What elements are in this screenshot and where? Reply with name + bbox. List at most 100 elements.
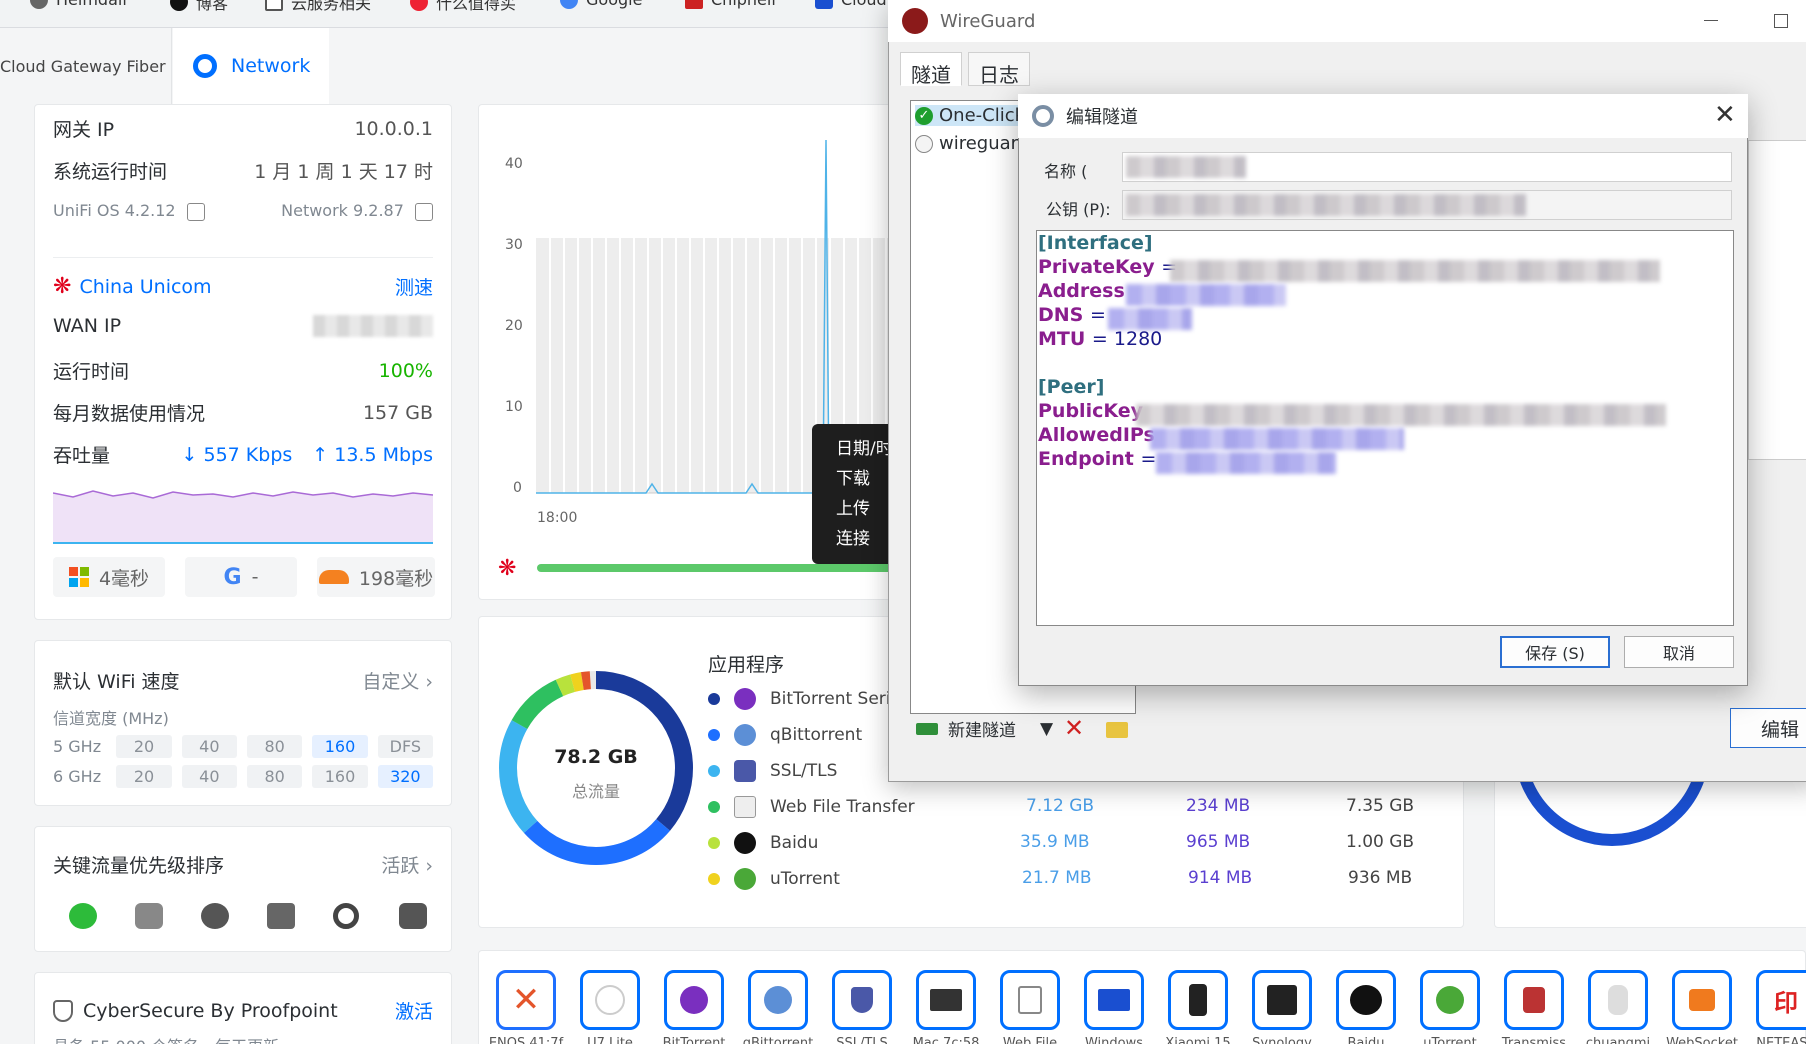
export-icon[interactable]: [1106, 722, 1128, 738]
enos-client[interactable]: ✕: [496, 970, 556, 1030]
websocket-client[interactable]: [1672, 970, 1732, 1030]
divider: [53, 257, 433, 258]
netease-client[interactable]: 印: [1756, 970, 1806, 1030]
gear-icon: [1032, 105, 1054, 127]
baidu-client[interactable]: [1336, 970, 1396, 1030]
transmission-client[interactable]: [1504, 970, 1564, 1030]
baidu-icon: [734, 832, 756, 854]
cancel-button[interactable]: 取消: [1624, 636, 1734, 668]
google-icon: [560, 0, 578, 9]
wifi-speed-card: 默认 WiFi 速度 自定义 › 信道宽度 (MHz) 5 GHz 20 40 8…: [34, 640, 452, 806]
list-item[interactable]: uTorrent: [708, 868, 840, 890]
latency-microsoft: 4毫秒: [53, 557, 165, 597]
series-dot: [708, 765, 720, 777]
tab-log[interactable]: 日志: [968, 52, 1030, 87]
check-shield-icon: ✓: [915, 106, 933, 125]
series-dot: [708, 837, 720, 849]
close-icon[interactable]: ✕: [1714, 100, 1736, 130]
unifi-os-version: UniFi OS 4.2.12: [53, 201, 205, 221]
bookmark-smzdm[interactable]: 什么值得买: [410, 0, 516, 14]
monitor-icon: [930, 989, 962, 1011]
y-tick: 40: [505, 156, 523, 172]
mac-client[interactable]: [916, 970, 976, 1030]
bookmark-blog[interactable]: 博客: [170, 0, 228, 14]
uptime-bar: [537, 564, 897, 572]
video-icon: [399, 903, 427, 929]
qbittorrent-client[interactable]: [748, 970, 808, 1030]
redacted: [1136, 404, 1666, 426]
list-item[interactable]: SSL/TLS: [708, 760, 837, 782]
custom-link[interactable]: 自定义 ›: [362, 667, 433, 694]
details-pane: [1748, 140, 1806, 460]
bookmark-cloud[interactable]: Cloud: [815, 0, 887, 9]
chevron-down-icon[interactable]: ▼: [1040, 719, 1053, 739]
wan-ip-redacted: [313, 315, 433, 337]
series-dot: [708, 873, 720, 885]
ring-icon: [333, 903, 359, 929]
bookmark-cloud-services[interactable]: 云服务相关: [265, 0, 371, 14]
notes-icon[interactable]: [186, 202, 205, 221]
width-option[interactable]: 80: [247, 735, 303, 758]
save-button[interactable]: 保存 (S): [1500, 636, 1610, 668]
width-option[interactable]: 20: [116, 765, 172, 788]
phone-icon: [1189, 984, 1207, 1016]
width-option-selected[interactable]: 160: [312, 735, 368, 758]
u7-lite-client[interactable]: [580, 970, 640, 1030]
tab-tunnels[interactable]: 隧道: [900, 52, 962, 87]
traffic-donut: [499, 671, 693, 865]
xiaomi-client[interactable]: [1168, 970, 1228, 1030]
latency-cloudflare: 198毫秒: [317, 557, 435, 597]
active-link[interactable]: 活跃 ›: [381, 851, 433, 878]
heimdall-icon: [30, 0, 48, 9]
width-option-selected[interactable]: 320: [377, 765, 433, 788]
width-option[interactable]: 40: [181, 765, 238, 788]
redacted: [1108, 308, 1192, 330]
synology-client[interactable]: [1252, 970, 1312, 1030]
edit-button[interactable]: 编辑: [1730, 708, 1806, 748]
series-dot: [708, 801, 720, 813]
web-file-client[interactable]: [1000, 970, 1060, 1030]
width-option[interactable]: 40: [181, 735, 238, 758]
utorrent-icon: [1436, 986, 1464, 1014]
shield-icon: [851, 987, 873, 1013]
bittorrent-icon: [734, 688, 756, 710]
series-dot: [708, 693, 720, 705]
tab-cloud-gateway[interactable]: Cloud Gateway Fiber: [0, 28, 172, 104]
list-item[interactable]: Baidu: [708, 832, 818, 854]
delete-icon[interactable]: ✕: [1064, 714, 1084, 742]
bookmark-heimdall[interactable]: Heimdall: [30, 0, 127, 9]
width-option[interactable]: 80: [247, 765, 303, 788]
tab-network[interactable]: Network: [173, 28, 329, 104]
chiphell-icon: [685, 0, 703, 9]
bookmark-chiphell[interactable]: Chiphell: [685, 0, 776, 9]
utorrent-client[interactable]: [1420, 970, 1480, 1030]
width-option[interactable]: 160: [312, 765, 368, 788]
speedtest-link[interactable]: 测速: [395, 273, 433, 300]
facetime-icon: [135, 903, 163, 929]
redacted: [1126, 284, 1286, 306]
windows-client[interactable]: [1084, 970, 1144, 1030]
network-icon: [193, 54, 217, 78]
chuangmi-client[interactable]: [1588, 970, 1648, 1030]
tunnel-item-wireguard[interactable]: wireguard: [915, 133, 1029, 154]
new-tunnel-button[interactable]: 新建隧道 ▼: [916, 716, 1053, 741]
camera-icon: [1608, 985, 1628, 1015]
bittorrent-client[interactable]: [664, 970, 724, 1030]
list-item[interactable]: qBittorrent: [708, 724, 862, 746]
width-option-dfs[interactable]: DFS: [377, 735, 433, 758]
cybersecure-card: CyberSecure By Proofpoint激活 具备 55,000 个签…: [34, 972, 452, 1044]
notes-icon[interactable]: [415, 202, 433, 221]
series-dot: [708, 729, 720, 741]
activate-link[interactable]: 激活: [395, 997, 433, 1024]
minimize-icon[interactable]: [1704, 20, 1718, 21]
maximize-icon[interactable]: [1774, 14, 1788, 28]
y-tick: 0: [513, 480, 522, 496]
list-item[interactable]: Web File Transfer: [708, 796, 915, 818]
width-option[interactable]: 20: [116, 735, 172, 758]
y-tick: 20: [505, 318, 523, 334]
bookmark-google[interactable]: Google: [560, 0, 642, 9]
ssl-client[interactable]: [832, 970, 892, 1030]
access-point-icon: [595, 985, 625, 1015]
list-item[interactable]: BitTorrent Series: [708, 688, 910, 710]
wireguard-titlebar: WireGuard: [888, 0, 1806, 42]
